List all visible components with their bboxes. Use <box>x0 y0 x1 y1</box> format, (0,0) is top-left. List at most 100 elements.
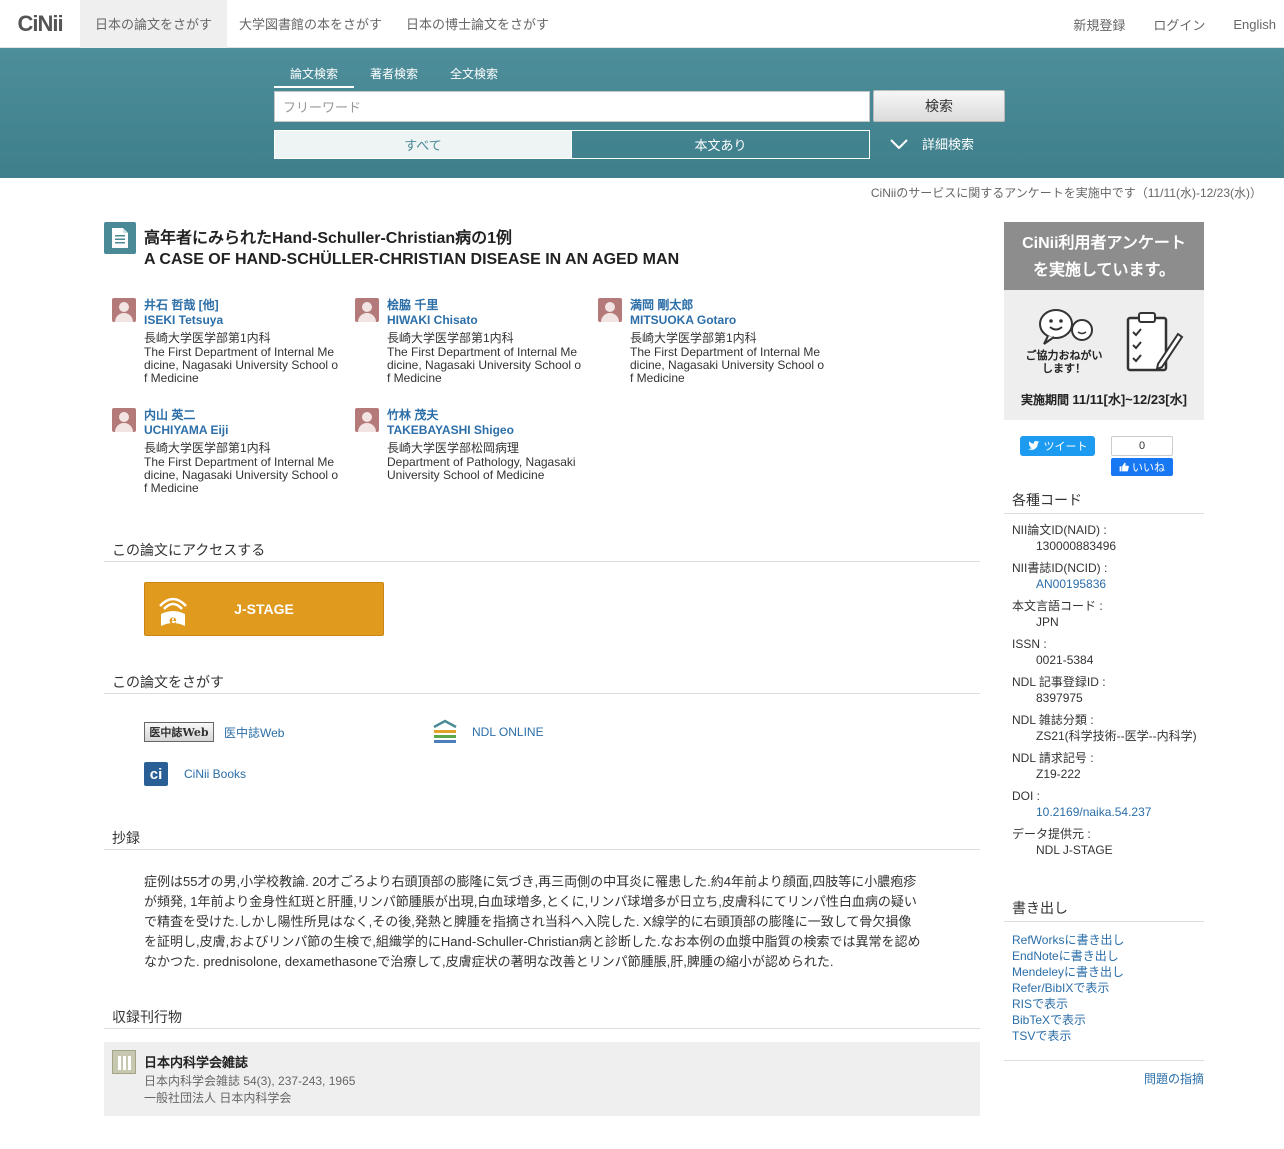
search-input[interactable]: フリーワード <box>274 91 870 122</box>
top-nav: CiNii 日本の論文をさがす 大学図書館の本をさがす 日本の博士論文をさがす … <box>0 0 1284 48</box>
export-link[interactable]: BibTeXで表示 <box>1012 1012 1124 1028</box>
avatar-icon <box>355 408 379 432</box>
filter-fulltext[interactable]: 本文あり <box>572 130 870 159</box>
code-key: NDL 請求記号 : <box>1012 751 1094 765</box>
access-heading: この論文にアクセスする <box>104 540 980 562</box>
nav-right: 新規登録 ログイン English <box>1045 0 1276 48</box>
ndl-online-label[interactable]: NDL ONLINE <box>472 725 544 739</box>
author-name[interactable]: 竹林 茂夫 <box>387 408 438 423</box>
codes-heading: 各種コード <box>1004 490 1204 514</box>
export-link[interactable]: RISで表示 <box>1012 996 1124 1012</box>
author-name[interactable]: 桧脇 千里 <box>387 298 438 313</box>
code-item: 本文言語コード : JPN <box>1012 598 1202 630</box>
journal-title[interactable]: 日本内科学会雑誌 <box>144 1052 248 1071</box>
code-item: NDL 請求記号 : Z19-222 <box>1012 750 1202 782</box>
nav-tab-dissertations[interactable]: 日本の博士論文をさがす <box>394 0 561 48</box>
author-name-en[interactable]: TAKEBAYASHI Shigeo <box>387 423 514 438</box>
twitter-bird-icon <box>1027 441 1039 450</box>
export-list: RefWorksに書き出し EndNoteに書き出し Mendeleyに書き出し Re… <box>1012 932 1124 1044</box>
ichushi-link-label[interactable]: 医中誌Web <box>224 724 284 741</box>
ndl-online-link[interactable]: NDL ONLINE <box>432 719 544 745</box>
export-heading: 書き出し <box>1004 898 1204 922</box>
code-value: ZS21(科学技術--医学--内科学) <box>1036 729 1197 743</box>
codes-list: NII論文ID(NAID) : 130000883496 NII書誌ID(NCID)… <box>1012 522 1202 864</box>
export-link[interactable]: EndNoteに書き出し <box>1012 948 1124 964</box>
ichushi-link[interactable]: 医中誌Web 医中誌Web <box>144 722 284 742</box>
journal-heading: 収録刊行物 <box>104 1007 980 1029</box>
ndl-icon <box>433 719 457 743</box>
code-item: NDL 記事登録ID : 8397975 <box>1012 674 1202 706</box>
search-tabs: 論文検索 著者検索 全文検索 <box>274 63 514 88</box>
journal-box: 日本内科学会雑誌 日本内科学会雑誌 54(3), 237-243, 1965 一… <box>104 1042 980 1116</box>
banner-period: 実施期間 11/11[水]~12/23[水] <box>1004 389 1204 408</box>
code-value[interactable]: AN00195836 <box>1012 576 1202 592</box>
search-band: 論文検索 著者検索 全文検索 フリーワード 検索 すべて 本文あり 詳細検索 <box>0 48 1284 178</box>
survey-notice[interactable]: CiNiiのサービスに関するアンケートを実施中です（11/11(水)-12/23… <box>871 184 1262 201</box>
author-affiliation: 長崎大学医学部第1内科 <box>387 331 514 345</box>
author-name-en[interactable]: UCHIYAMA Eiji <box>144 423 228 438</box>
author-name[interactable]: 満岡 剛太郎 <box>630 298 693 313</box>
fb-like-button[interactable]: いいね <box>1111 458 1173 476</box>
tab-fulltext-search[interactable]: 全文検索 <box>434 63 514 88</box>
export-link[interactable]: TSVで表示 <box>1012 1028 1124 1044</box>
author-name-en[interactable]: MITSUOKA Gotaro <box>630 313 736 328</box>
author-name-en[interactable]: ISEKI Tetsuya <box>144 313 223 328</box>
filter-all[interactable]: すべて <box>274 130 572 159</box>
cinii-books-label[interactable]: CiNii Books <box>184 767 246 781</box>
tweet-button[interactable]: ツイート <box>1020 436 1095 456</box>
cinii-books-link[interactable]: ci CiNii Books <box>144 762 246 786</box>
register-link[interactable]: 新規登録 <box>1073 15 1125 34</box>
author-name[interactable]: 内山 英二 <box>144 408 195 423</box>
tweet-label: ツイート <box>1043 441 1088 453</box>
code-key: DOI : <box>1012 789 1041 803</box>
abstract-text: 症例は55才の男,小学校教論. 20才ごろより右頭頂部の膨隆に気づき,再三両側の… <box>144 874 921 969</box>
export-link[interactable]: Mendeleyに書き出し <box>1012 964 1124 980</box>
banner-period-value: 11/11[水]~12/23[水] <box>1072 392 1187 407</box>
code-key: NDL 雑誌分類 : <box>1012 713 1094 727</box>
english-link[interactable]: English <box>1233 17 1276 32</box>
tab-article-search[interactable]: 論文検索 <box>274 63 355 88</box>
login-link[interactable]: ログイン <box>1153 15 1205 34</box>
author-name-en[interactable]: HIWAKI Chisato <box>387 313 478 328</box>
code-value: 130000883496 <box>1036 539 1117 553</box>
code-key: NII書誌ID(NCID) : <box>1012 561 1108 575</box>
cinii-logo[interactable]: CiNii <box>0 0 80 48</box>
nav-tab-books[interactable]: 大学図書館の本をさがす <box>227 0 394 48</box>
code-value: 8397975 <box>1036 691 1083 705</box>
code-item: NDL 雑誌分類 : ZS21(科学技術--医学--内科学) <box>1012 712 1202 744</box>
author-affiliation-en: The First Department of Internal Medicin… <box>387 345 582 385</box>
tab-author-search[interactable]: 著者検索 <box>354 63 434 88</box>
facebook-like[interactable]: 0 いいね <box>1111 436 1173 476</box>
avatar-icon <box>112 408 136 432</box>
author-affiliation: 長崎大学医学部第1内科 <box>144 441 271 455</box>
speech-bubble-icon <box>1039 309 1093 345</box>
code-value: JPN <box>1036 615 1059 629</box>
journal-icon <box>112 1050 136 1074</box>
survey-banner[interactable]: CiNii利用者アンケート を実施しています。 ご協力おねがいします！ 実施期間… <box>1004 222 1204 420</box>
thumbs-up-icon <box>1119 462 1129 472</box>
code-value[interactable]: 10.2169/naika.54.237 <box>1012 804 1202 820</box>
export-link[interactable]: Refer/BibIXで表示 <box>1012 980 1124 996</box>
code-item: DOI :10.2169/naika.54.237 <box>1012 788 1202 820</box>
avatar-icon <box>112 298 136 322</box>
export-link[interactable]: RefWorksに書き出し <box>1012 932 1124 948</box>
code-value: NDL J-STAGE <box>1036 843 1113 857</box>
report-problem-link[interactable]: 問題の指摘 <box>1144 1070 1204 1087</box>
fb-like-label: いいね <box>1132 462 1165 474</box>
abstract-heading: 抄録 <box>104 828 980 850</box>
code-value: 0021-5384 <box>1036 653 1094 667</box>
document-icon <box>104 222 136 254</box>
advanced-search-toggle[interactable]: 詳細検索 <box>890 134 974 153</box>
code-key: ISSN : <box>1012 637 1047 651</box>
fulltext-filter: すべて 本文あり <box>274 130 870 159</box>
banner-title-line1: CiNii利用者アンケート <box>1022 235 1186 252</box>
code-key: 本文言語コード : <box>1012 599 1103 613</box>
code-item: ISSN : 0021-5384 <box>1012 636 1202 668</box>
banner-title: CiNii利用者アンケート を実施しています。 <box>1004 222 1204 290</box>
banner-plea: ご協力おねがいします！ <box>1025 350 1103 375</box>
checklist-icon <box>1126 312 1184 372</box>
author-name[interactable]: 井石 哲哉 [他] <box>144 298 219 313</box>
search-button[interactable]: 検索 <box>873 90 1005 122</box>
nav-tab-articles[interactable]: 日本の論文をさがす <box>80 0 228 48</box>
jstage-button[interactable]: e J-STAGE <box>144 582 384 636</box>
